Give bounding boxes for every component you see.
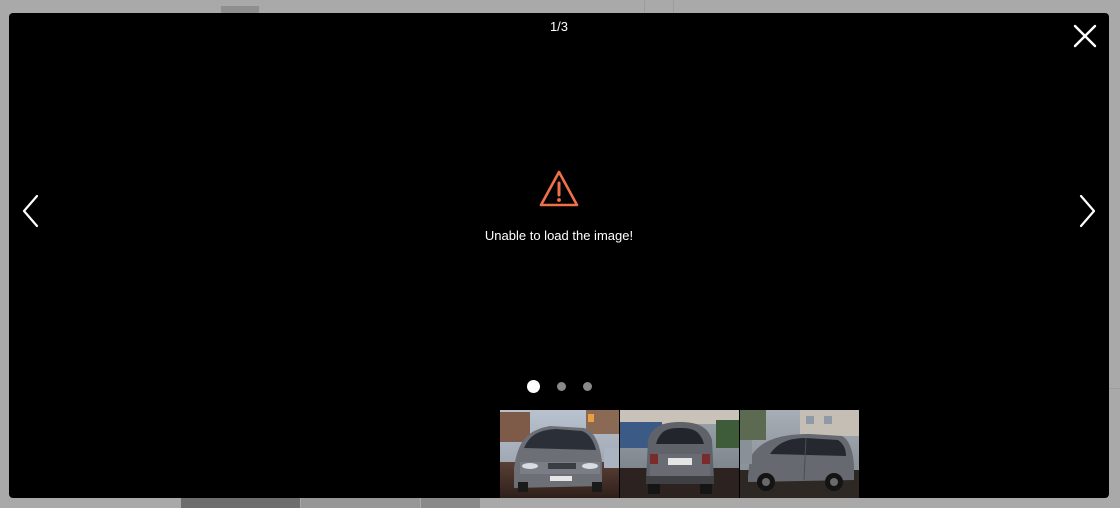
image-counter: 1/3 [549,19,569,34]
background-divider [673,0,674,13]
background-thumb-remnant [181,498,300,508]
slide-dot-1[interactable] [526,380,540,393]
slide-dot-3[interactable] [582,382,592,391]
image-load-error: Unable to load the image! [9,169,1109,244]
thumbnail-strip [500,410,859,498]
slide-indicator [9,380,1109,393]
slide-dot-2[interactable] [556,382,566,391]
error-message: Unable to load the image! [484,228,634,243]
background-thumb-remnant [421,498,480,508]
thumbnail-3[interactable] [740,410,859,498]
background-thumb-remnant [301,498,420,508]
background-divider [644,0,645,13]
background-divider [1109,388,1120,389]
close-button[interactable] [1071,22,1099,50]
image-lightbox: 1/3 Unable to load the image! [9,13,1109,498]
warning-triangle-icon [539,170,579,207]
thumbnail-1[interactable] [500,410,619,498]
thumbnail-2[interactable] [620,410,739,498]
close-icon [1073,24,1097,48]
